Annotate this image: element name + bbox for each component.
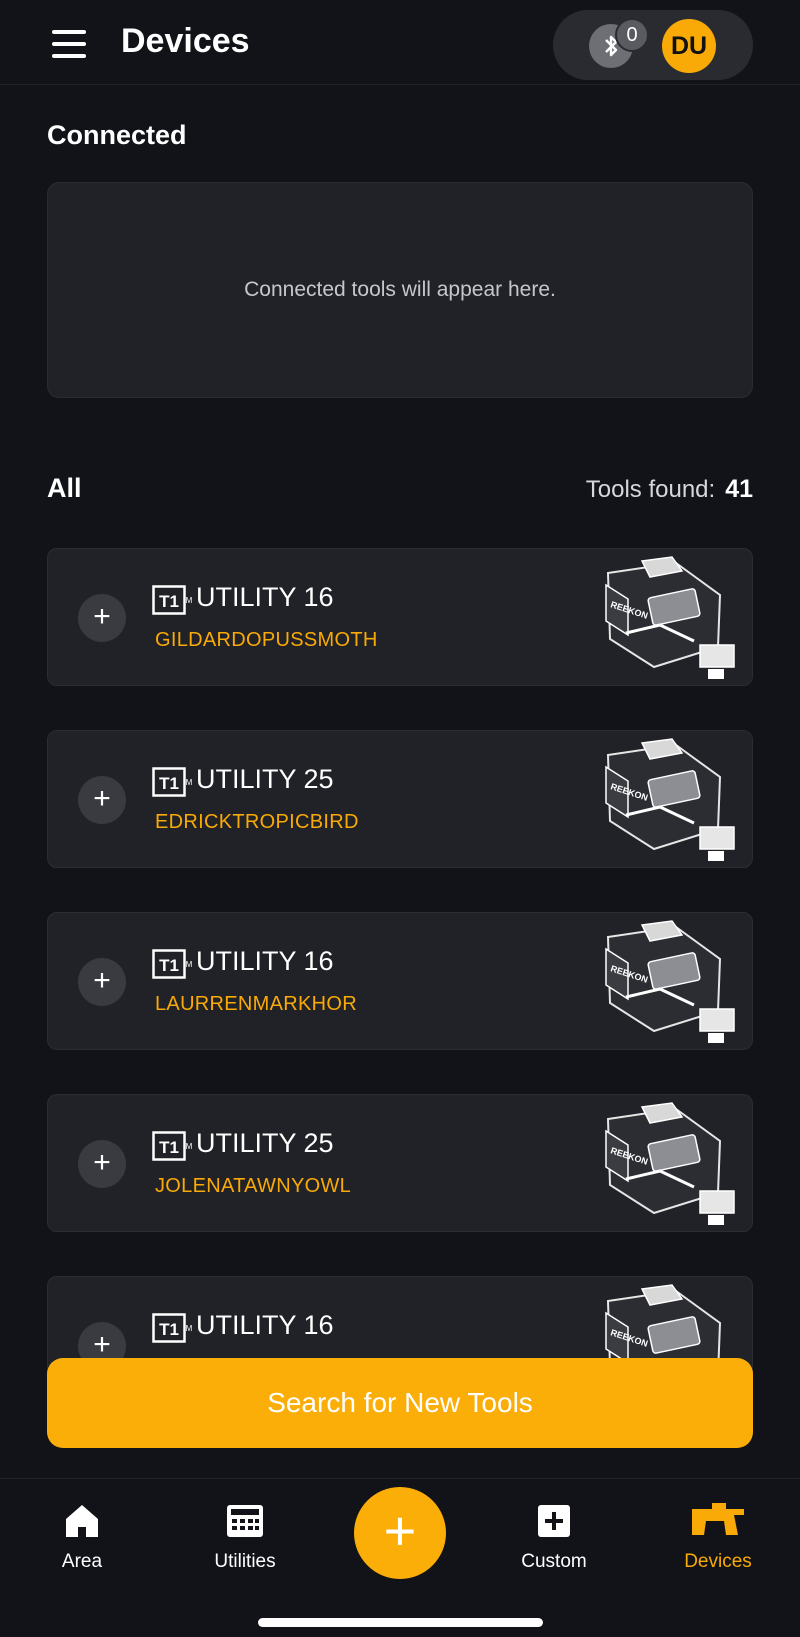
tool-logo-text: T1 [159, 774, 179, 793]
nav-area-label: Area [61, 1551, 103, 1572]
svg-text:M: M [186, 1142, 192, 1151]
tool-device-name: JOLENATAWNYOWL [155, 1175, 352, 1197]
add-tool-button[interactable]: + [78, 776, 126, 824]
add-square-icon [538, 1505, 570, 1537]
nav-area[interactable]: Area [22, 1501, 142, 1573]
search-new-tools-button[interactable]: Search for New Tools [47, 1358, 753, 1448]
page-title: Devices [121, 22, 250, 60]
tool-model: UTILITY 25 [196, 1128, 334, 1158]
tool-logo-text: T1 [159, 592, 179, 611]
tool-card[interactable]: + T1 M UTILITY 25 JOLENATAWNYOWL REEKON [47, 1094, 753, 1232]
header-status-pill: 0 DU [553, 10, 753, 80]
tool-list: + T1 M UTILITY 16 GILDARDOPUSSMOTH REEKO… [47, 548, 753, 1458]
tool-logo-text: T1 [159, 1320, 179, 1339]
tool-model: UTILITY 25 [196, 764, 334, 794]
add-tool-button[interactable]: + [78, 1140, 126, 1188]
nav-devices[interactable]: Devices [658, 1501, 778, 1573]
all-section-title: All [47, 473, 82, 503]
home-icon [66, 1505, 98, 1537]
t1-logo-icon: T1 M [152, 585, 192, 615]
app-header: Devices 0 DU [0, 0, 800, 85]
nav-utilities-label: Utilities [214, 1551, 276, 1572]
tool-device-name: GILDARDOPUSSMOTH [155, 629, 378, 651]
calculator-icon [227, 1505, 263, 1537]
tools-found-summary: Tools found: 41 [586, 475, 753, 504]
tool-card[interactable]: + T1 M UTILITY 16 GILDARDOPUSSMOTH REEKO… [47, 548, 753, 686]
connected-section-title: Connected [47, 120, 187, 150]
svg-text:M: M [186, 1324, 192, 1333]
nav-utilities[interactable]: Utilities [185, 1501, 305, 1573]
nav-devices-label: Devices [684, 1551, 752, 1572]
tape-measure-image: REEKON [605, 556, 735, 679]
svg-text:M: M [186, 960, 192, 969]
devices-icon [692, 1503, 744, 1535]
tool-model: UTILITY 16 [196, 582, 334, 612]
add-tool-button[interactable]: + [78, 594, 126, 642]
tools-found-count: 41 [725, 475, 753, 503]
tape-measure-image: REEKON [605, 738, 735, 861]
menu-button[interactable] [50, 30, 88, 58]
tools-found-label: Tools found: [585, 476, 716, 503]
t1-logo-icon: T1 M [152, 949, 192, 979]
nav-custom-label: Custom [521, 1551, 587, 1572]
svg-text:M: M [186, 596, 192, 605]
t1-logo-icon: T1 M [152, 1313, 192, 1343]
tool-device-name: EDRICKTROPICBIRD [155, 811, 359, 833]
svg-text:M: M [186, 778, 192, 787]
nav-custom[interactable]: Custom [494, 1501, 614, 1573]
tape-measure-image: REEKON [605, 920, 735, 1043]
tool-model: UTILITY 16 [196, 946, 334, 976]
tool-model: UTILITY 16 [196, 1310, 334, 1340]
add-tool-button[interactable]: + [78, 958, 126, 1006]
bluetooth-count-badge: 0 [615, 18, 649, 52]
tool-card[interactable]: + T1 M UTILITY 16 LAURRENMARKHOR REEKON [47, 912, 753, 1050]
connected-empty-text: Connected tools will appear here. [244, 278, 556, 301]
connected-empty-state: Connected tools will appear here. [47, 182, 753, 398]
tool-card[interactable]: + T1 M UTILITY 25 EDRICKTROPICBIRD REEKO… [47, 730, 753, 868]
home-indicator [258, 1618, 543, 1627]
tape-measure-image: REEKON [605, 1102, 735, 1225]
tool-logo-text: T1 [159, 1138, 179, 1157]
plus-icon: + [383, 1499, 417, 1562]
t1-logo-icon: T1 M [152, 767, 192, 797]
add-fab-button[interactable]: + [354, 1487, 446, 1579]
bottom-nav: Area Utilities + Custom Devices [0, 1478, 800, 1637]
tool-device-name: LAURRENMARKHOR [155, 993, 358, 1015]
tool-logo-text: T1 [159, 956, 179, 975]
t1-logo-icon: T1 M [152, 1131, 192, 1161]
user-avatar[interactable]: DU [662, 19, 716, 73]
